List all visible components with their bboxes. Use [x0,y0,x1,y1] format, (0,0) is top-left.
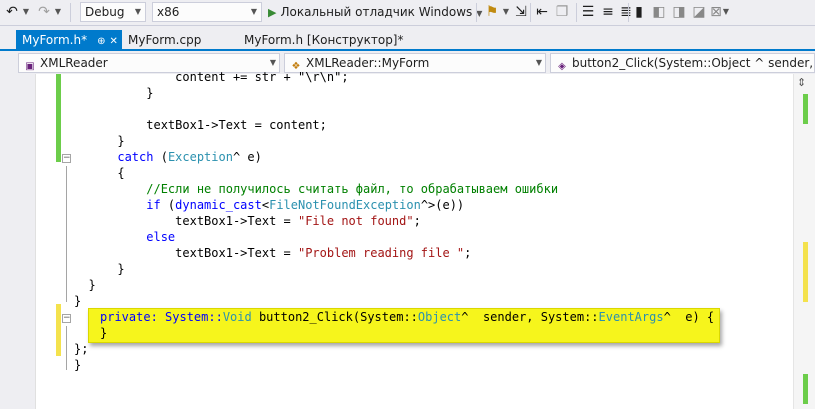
saved-change-marker [56,74,61,162]
member-value: button2_Click(System::Object ^ sender, S… [572,56,814,70]
code-line: else [146,230,176,244]
unsaved-change-marker [56,304,61,356]
code-line: textBox1->Text = "File not found"; [175,214,421,228]
prev-bookmark-icon[interactable]: ◧ [652,3,666,21]
play-icon: ▶ [268,6,277,19]
project-value: XMLReader [40,56,108,70]
debugger-label: Локальный отладчик Windows [280,5,473,19]
code-line: content += str + "\r\n"; [175,70,349,84]
vertical-scrollbar[interactable]: ⇕ [793,74,815,409]
start-debugging-button[interactable]: ▶ Локальный отладчик Windows ▼ [268,2,482,22]
tab-label: MyForm.cpp [128,33,202,47]
code-line: } [74,358,82,372]
bookmark-icon[interactable]: ▮ [632,3,646,21]
toolbar-separator [530,3,531,22]
configuration-value: Debug [85,5,125,19]
code-line: } [88,278,96,292]
tab-label: MyForm.h* [22,33,88,47]
undo-icon[interactable]: ↶ [4,3,20,21]
bookmark-toggle-icon[interactable]: ⇲ [514,3,528,21]
tab-myform-designer[interactable]: MyForm.h [Конструктор]* [238,30,410,50]
step-icon[interactable]: ⇤ [534,3,550,21]
next-bookmark-folder-icon[interactable]: ◪ [692,3,706,21]
code-line: } [117,134,125,148]
chevron-down-icon: ▼ [250,7,257,16]
outline-icon[interactable]: ☰ [580,3,596,21]
change-marker [803,94,808,124]
code-editor[interactable]: − − content += str + "\r\n"; } textBox1-… [0,70,815,409]
tab-myform-cpp[interactable]: MyForm.cpp [122,30,207,50]
find-in-files-icon[interactable]: ⚑ [484,3,500,21]
code-line: textBox1->Text = "Problem reading file "… [175,246,472,260]
undo-dropdown-icon[interactable]: ▼ [22,3,30,21]
code-line: private: System::Void button2_Click(Syst… [100,310,715,324]
code-line: textBox1->Text = content; [146,118,327,132]
tab-label: MyForm.h [Конструктор]* [244,33,404,47]
document-tabs: MyForm.h* ⊕ ✕ MyForm.cpp MyForm.h [Констру… [0,27,815,51]
chevron-down-icon: ▼ [476,9,483,18]
find-dropdown-icon[interactable]: ▼ [502,3,510,21]
indicator-margin[interactable] [0,74,36,409]
platform-value: x86 [157,5,180,19]
cpp-project-icon: ▣ [25,61,35,72]
configuration-select[interactable]: Debug ▼ [80,2,146,22]
chevron-down-icon: ▼ [533,54,542,72]
collapse-icon[interactable]: − [62,314,71,323]
member-select[interactable]: ◈ button2_Click(System::Object ^ sender, … [550,53,815,73]
outline-guide [66,166,67,302]
toolbar-separator [70,3,71,22]
split-window-icon[interactable]: ⇕ [797,76,806,89]
toolbar-overflow-icon[interactable]: ▼ [722,3,730,21]
code-line: //Если не получилось считать файл, то об… [146,182,559,196]
code-line: { [117,166,125,180]
outline-guide [66,326,67,370]
chevron-down-icon: ▼ [134,7,141,16]
toolbar: ↶ ▼ ↷ ▼ Debug ▼ x86 ▼ ▶ Локальный отладчи… [0,0,815,26]
code-line: } [74,294,82,308]
pin-icon[interactable]: ⊕ [97,36,105,47]
platform-select[interactable]: x86 ▼ [152,2,262,22]
method-icon: ◈ [558,61,566,72]
comment-icon[interactable]: ≡ [600,3,616,21]
redo-icon[interactable]: ↷ [36,3,52,21]
close-icon[interactable]: ✕ [110,36,118,47]
collapse-icon[interactable]: − [62,154,71,163]
code-line: } [100,326,108,340]
copy-icon[interactable]: ❐ [554,3,570,21]
code-line: } [146,86,154,100]
code-line: if (dynamic_cast<FileNotFoundException^>… [146,198,465,212]
next-bookmark-icon[interactable]: ◨ [672,3,686,21]
toolbar-separator [628,3,629,22]
toolbar-separator [576,3,577,22]
tab-myform-h[interactable]: MyForm.h* ⊕ ✕ [16,30,122,51]
code-line: } [117,262,125,276]
toolbar-separator [476,3,477,22]
scope-value: XMLReader::MyForm [306,56,430,70]
change-marker [803,242,808,302]
code-line: }; [74,342,89,356]
code-line: catch (Exception^ e) [117,150,262,164]
change-marker [803,374,808,404]
redo-dropdown-icon[interactable]: ▼ [54,3,62,21]
